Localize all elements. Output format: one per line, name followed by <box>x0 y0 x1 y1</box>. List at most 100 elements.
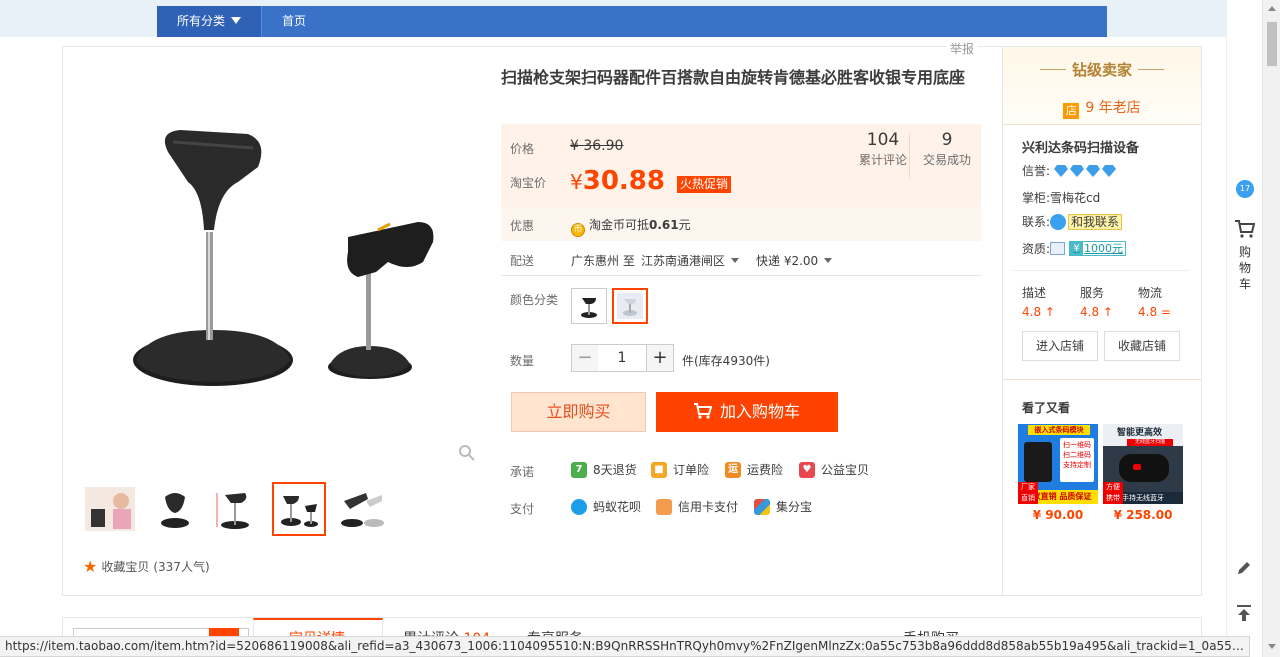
deposit-amount: 1000元 <box>1084 242 1124 255</box>
credit-card-icon <box>656 498 672 515</box>
wangwang-icon <box>1050 213 1067 230</box>
main-product-image <box>133 130 434 386</box>
shipping-method-select[interactable]: 快递 ¥2.00 <box>756 252 833 269</box>
diamond-icon <box>1070 164 1085 177</box>
buy-now-button[interactable]: 立即购买 <box>511 392 646 432</box>
pay-huabei[interactable]: 蚂蚁花呗 <box>571 498 641 515</box>
deposit-badge[interactable]: ¥1000元 <box>1069 241 1127 256</box>
zoom-icon[interactable] <box>458 444 476 462</box>
thumbnail-2[interactable] <box>148 482 202 536</box>
add-to-cart-button[interactable]: 加入购物车 <box>656 392 838 432</box>
favorite-item-button[interactable]: ★ 收藏宝贝 (337人气) <box>83 557 210 576</box>
pay-jifenbao[interactable]: 集分宝 <box>754 498 812 515</box>
payment-text: 蚂蚁花呗 <box>593 500 642 514</box>
add-to-cart-label: 加入购物车 <box>719 402 800 421</box>
enter-shop-button[interactable]: 进入店铺 <box>1022 331 1098 361</box>
thumbnail-5[interactable] <box>334 482 388 536</box>
scrollbar-thumb[interactable] <box>1267 22 1277 66</box>
score-value: 4.8 = <box>1138 305 1171 319</box>
promise-text: 公益宝贝 <box>821 463 870 477</box>
promise-charity[interactable]: ♥ 公益宝贝 <box>799 461 869 478</box>
recommend-item-2-image[interactable]: 智能更高效 无线蓝牙扫描 手持无线蓝牙 方便 携带 <box>1103 424 1183 504</box>
category-nav: 所有分类 首页 <box>157 6 1107 37</box>
thumbnail-3[interactable] <box>208 482 262 536</box>
diamond-icon <box>1086 164 1101 177</box>
qty-decrease-button[interactable]: − <box>571 344 599 372</box>
message-badge-icon[interactable]: 17 <box>1236 180 1254 198</box>
cart-label[interactable]: 购物车 <box>1236 244 1254 292</box>
shop-name[interactable]: 兴利达条码扫描设备 <box>1022 137 1139 156</box>
scroll-up-icon[interactable] <box>1268 6 1276 11</box>
divider <box>1003 379 1201 380</box>
color-option-black[interactable] <box>571 288 607 324</box>
contact-label: 联系: <box>1022 215 1051 229</box>
pay-credit-card[interactable]: 信用卡支付 <box>656 498 738 515</box>
favorite-shop-button[interactable]: 收藏店铺 <box>1104 331 1180 361</box>
payment-label: 支付 <box>510 502 535 516</box>
promise-freight-insurance[interactable]: 运运费险 <box>725 461 783 478</box>
home-link[interactable]: 首页 <box>261 6 326 37</box>
cart-icon <box>693 403 713 419</box>
scrollbar[interactable] <box>1262 0 1280 657</box>
pencil-icon[interactable] <box>1236 560 1252 576</box>
discount-info: 币淘金币可抵0.61元 <box>571 216 691 237</box>
color-option-white[interactable] <box>612 288 648 324</box>
thumbnail-1[interactable] <box>83 482 137 536</box>
diamond-icon <box>1054 164 1069 177</box>
keeper-row: 掌柜: 雪梅花cd <box>1022 189 1100 206</box>
contact-row: 联系: 和我联系 <box>1022 213 1123 230</box>
promise-order-insurance[interactable]: ■ 订单险 <box>651 461 709 478</box>
rec-corner: 厂家 直销 <box>1018 482 1038 504</box>
qty-input[interactable]: 1 <box>598 344 646 372</box>
status-bar-url: https://item.taobao.com/item.htm?id=5206… <box>0 636 1250 657</box>
shield-icon: ¥ <box>1070 242 1084 255</box>
report-link[interactable]: 举报 <box>946 40 979 57</box>
qualification-row: 资质: ¥1000元 <box>1022 240 1127 257</box>
cart-icon[interactable] <box>1235 220 1255 238</box>
seller-header: 钻级卖家 店 9 年老店 <box>1003 47 1201 125</box>
discount-row: 优惠 币淘金币可抵0.61元 <box>501 207 981 241</box>
insurance-icon: ■ <box>651 461 667 478</box>
deals-count: 9 <box>941 130 953 150</box>
scroll-down-icon[interactable] <box>1268 644 1276 649</box>
favorite-label: 收藏宝贝 <box>101 560 150 574</box>
discount-value: 0.61 <box>649 218 679 232</box>
right-toolbar <box>1226 0 1262 657</box>
shop-age: 店 9 年老店 <box>1003 97 1201 119</box>
deals-stat: 9 交易成功 <box>917 130 977 170</box>
shipping-label: 配送 <box>510 254 535 268</box>
contact-seller-button[interactable]: 和我联系 <box>1068 213 1123 230</box>
deals-label: 交易成功 <box>922 153 971 167</box>
score-label: 服务 <box>1080 286 1105 300</box>
promise-text: 8天退货 <box>593 463 637 477</box>
qty-increase-button[interactable]: + <box>646 344 674 372</box>
reviews-stat[interactable]: 104 累计评论 <box>853 130 913 170</box>
thumbnail-4[interactable] <box>272 482 326 536</box>
taobao-price-label: 淘宝价 <box>510 176 547 190</box>
promise-label: 承诺 <box>510 465 535 479</box>
price-box: 价格 ¥ 36.90 淘宝价 ¥30.88 火热促销 104 累计评论 9 交易… <box>501 124 981 207</box>
shipping-from: 广东惠州 至 <box>571 254 635 268</box>
caret-down-icon <box>231 17 242 24</box>
score-label: 描述 <box>1022 286 1047 300</box>
keeper-label: 掌柜: <box>1022 191 1051 205</box>
color-label: 颜色分类 <box>510 293 559 307</box>
back-to-top-icon[interactable] <box>1236 604 1252 622</box>
coin-icon: 币 <box>571 223 585 237</box>
jifenbao-icon <box>754 498 770 515</box>
all-categories-menu[interactable]: 所有分类 <box>157 6 261 37</box>
return-icon: 7 <box>571 461 587 478</box>
certificate-icon[interactable] <box>1050 242 1066 255</box>
all-categories-label: 所有分类 <box>177 14 226 28</box>
payment-text: 集分宝 <box>776 500 813 514</box>
recommend-item-1-image[interactable]: 嵌入式条码模块 扫一维码 扫二维码 支持定制 厂家直销 品质保证 厂家 直销 <box>1018 424 1098 504</box>
rec-headline: 嵌入式条码模块 <box>1028 425 1090 435</box>
price-label: 价格 <box>510 142 535 156</box>
score-label: 物流 <box>1138 286 1163 300</box>
shop-badge-icon: 店 <box>1063 103 1080 119</box>
score-logistics: 物流 4.8 = <box>1138 284 1171 319</box>
promise-8day-return[interactable]: 7 8天退货 <box>571 461 637 478</box>
shipping-destination-select[interactable]: 江苏南通港闸区 <box>641 252 740 269</box>
keeper-name[interactable]: 雪梅花cd <box>1050 189 1100 206</box>
freight-icon: 运 <box>725 461 741 478</box>
